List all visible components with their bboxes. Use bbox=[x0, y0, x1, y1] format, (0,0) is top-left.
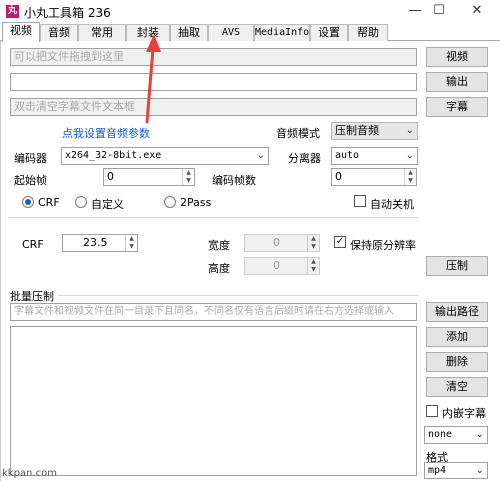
spinner-arrows-icon[interactable]: ▲ ▼ bbox=[404, 169, 416, 185]
subtitle-language-select[interactable]: none ⌄ bbox=[424, 426, 488, 444]
height-value: 0 bbox=[273, 259, 280, 272]
crf-radio[interactable] bbox=[22, 196, 34, 208]
encoder-value: x264_32-8bit.exe bbox=[65, 150, 162, 161]
output-path-button[interactable]: 输出路径 bbox=[426, 302, 488, 322]
tab-video[interactable]: 视频 bbox=[2, 22, 40, 42]
encoder-label: 编码器 bbox=[14, 152, 47, 165]
tab-common[interactable]: 常用 bbox=[78, 24, 126, 41]
demuxer-label: 分离器 bbox=[288, 152, 321, 165]
keep-resolution-label: 保持原分辨率 bbox=[350, 239, 416, 252]
minimize-icon[interactable]: — bbox=[404, 1, 426, 21]
width-value: 0 bbox=[273, 236, 280, 249]
tab-settings[interactable]: 设置 bbox=[310, 24, 348, 41]
spinner-arrows-icon[interactable]: ▲ ▼ bbox=[182, 169, 194, 185]
output-file-input[interactable] bbox=[10, 73, 417, 91]
app-icon: 丸 bbox=[6, 5, 19, 18]
subtitle-button[interactable]: 字幕 bbox=[426, 97, 488, 117]
add-button[interactable]: 添加 bbox=[426, 327, 488, 347]
tab-extract[interactable]: 抽取 bbox=[170, 24, 208, 41]
format-value: mp4 bbox=[428, 465, 447, 476]
spinner-arrows-icon[interactable]: ▲ ▼ bbox=[125, 235, 137, 251]
encoder-select[interactable]: x264_32-8bit.exe ⌄ bbox=[61, 147, 269, 165]
crf-spinner[interactable]: 23.5 ▲ ▼ bbox=[62, 234, 138, 252]
maximize-icon[interactable]: ☐ bbox=[428, 1, 450, 21]
custom-radio-label: 自定义 bbox=[91, 198, 124, 211]
chevron-down-icon: ⌄ bbox=[405, 150, 414, 161]
chevron-down-icon: ⌄ bbox=[475, 465, 484, 476]
tab-mediainfo[interactable]: MediaInfo bbox=[254, 24, 310, 41]
audio-mode-select[interactable]: 压制音频 ⌄ bbox=[331, 122, 418, 140]
video-file-input[interactable]: 可以把文件拖拽到这里 bbox=[10, 48, 417, 66]
start-frame-value: 0 bbox=[107, 170, 114, 183]
start-frame-label: 起始帧 bbox=[14, 174, 47, 187]
demuxer-value: auto bbox=[335, 150, 360, 161]
encode-frames-label: 编码帧数 bbox=[212, 174, 256, 187]
embed-subtitle-checkbox[interactable] bbox=[426, 405, 438, 417]
crf-radio-label: CRF bbox=[38, 196, 60, 209]
close-icon[interactable]: ✕ bbox=[466, 1, 488, 21]
tab-avs[interactable]: AVS bbox=[208, 24, 254, 41]
start-frame-spinner[interactable]: 0 ▲ ▼ bbox=[103, 168, 195, 186]
crf-value: 23.5 bbox=[83, 236, 108, 249]
tab-mux[interactable]: 封装 bbox=[126, 24, 170, 41]
twopass-radio[interactable] bbox=[164, 196, 176, 208]
divider bbox=[8, 217, 418, 218]
custom-radio[interactable] bbox=[75, 196, 87, 208]
divider bbox=[58, 295, 418, 296]
demuxer-select[interactable]: auto ⌄ bbox=[331, 147, 418, 165]
encode-frames-spinner[interactable]: 0 ▲ ▼ bbox=[331, 168, 417, 186]
tab-help[interactable]: 帮助 bbox=[348, 24, 388, 41]
encode-button[interactable]: 压制 bbox=[426, 256, 488, 276]
output-button[interactable]: 输出 bbox=[426, 72, 488, 92]
spinner-arrows-icon[interactable]: ▲ ▼ bbox=[307, 235, 319, 251]
crf-label: CRF bbox=[22, 238, 44, 251]
chevron-down-icon: ⌄ bbox=[405, 125, 414, 136]
twopass-radio-label: 2Pass bbox=[180, 196, 212, 209]
audio-mode-label: 音频模式 bbox=[276, 127, 320, 140]
embed-subtitle-label: 内嵌字幕 bbox=[442, 407, 486, 420]
width-spinner[interactable]: 0 ▲ ▼ bbox=[244, 234, 320, 252]
auto-shutdown-checkbox[interactable] bbox=[354, 195, 366, 207]
subtitle-file-input[interactable]: 双击清空字幕文件文本框 bbox=[10, 98, 417, 116]
spinner-arrows-icon[interactable]: ▲ ▼ bbox=[307, 258, 319, 274]
clear-button[interactable]: 清空 bbox=[426, 377, 488, 397]
height-spinner[interactable]: 0 ▲ ▼ bbox=[244, 257, 320, 275]
audio-settings-link[interactable]: 点我设置音频参数 bbox=[62, 125, 150, 141]
subtitle-language-value: none bbox=[428, 429, 453, 440]
width-label: 宽度 bbox=[208, 239, 230, 252]
chevron-down-icon: ⌄ bbox=[256, 150, 265, 161]
tab-audio[interactable]: 音频 bbox=[40, 24, 78, 41]
batch-file-list[interactable] bbox=[10, 326, 417, 476]
chevron-down-icon: ⌄ bbox=[475, 429, 484, 440]
keep-resolution-checkbox[interactable]: ✓ bbox=[334, 236, 346, 248]
height-label: 高度 bbox=[208, 262, 230, 275]
window-title: 小丸工具箱 236 bbox=[24, 6, 111, 20]
watermark: kkpan.com bbox=[2, 468, 57, 479]
batch-title: 批量压制 bbox=[10, 290, 54, 303]
video-button[interactable]: 视频 bbox=[426, 47, 488, 67]
auto-shutdown-label: 自动关机 bbox=[370, 198, 414, 211]
delete-button[interactable]: 删除 bbox=[426, 352, 488, 372]
encode-frames-value: 0 bbox=[335, 170, 342, 183]
format-select[interactable]: mp4 ⌄ bbox=[424, 462, 488, 479]
audio-mode-value: 压制音频 bbox=[335, 124, 379, 137]
batch-subtitle-hint-input[interactable]: 字幕文件和视频文件在同一目录下且同名，不同名仅有语言后缀时请在右方选择或输入 bbox=[10, 303, 417, 321]
